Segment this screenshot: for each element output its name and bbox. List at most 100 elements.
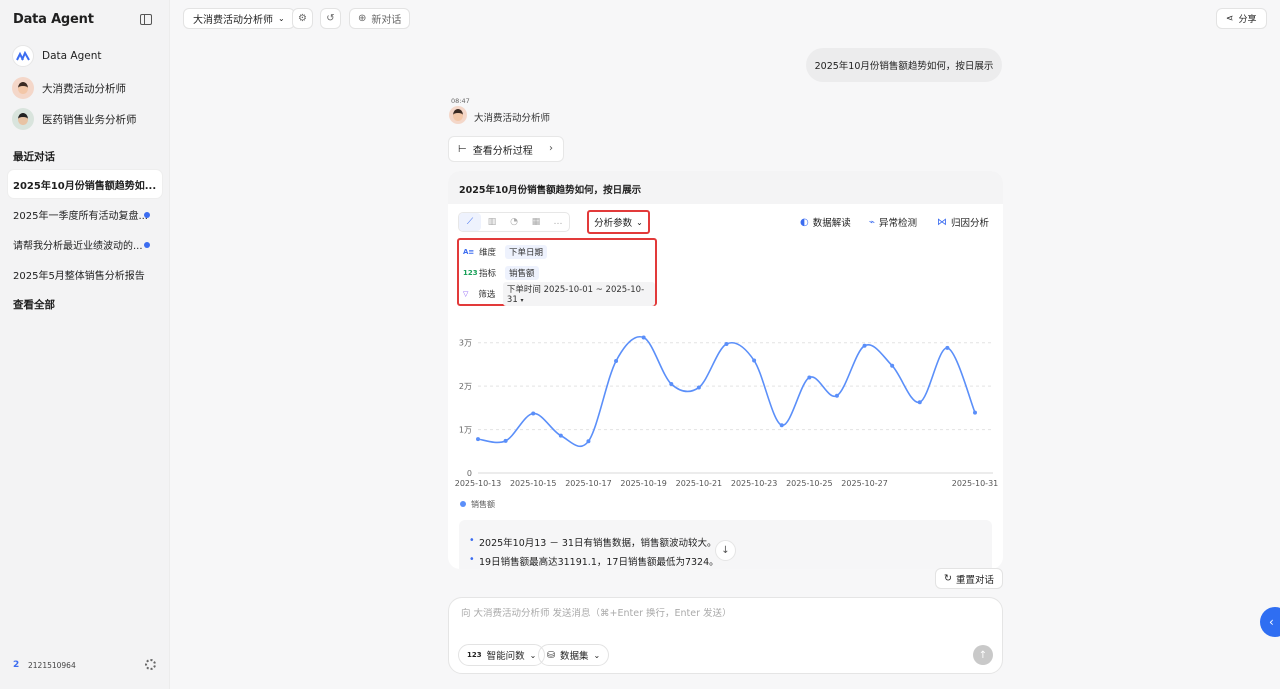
dimension-chip[interactable]: 下单日期: [505, 245, 548, 259]
data-point: [724, 342, 729, 347]
conversation-item[interactable]: 2025年5月整体销售分析报告: [8, 260, 162, 288]
line-chart-icon[interactable]: ⟋: [459, 213, 481, 231]
number-icon: 123: [467, 651, 482, 659]
filter-icon: ▽: [463, 290, 469, 298]
interpret-icon: ◐: [800, 216, 809, 228]
settings-gear-icon[interactable]: [145, 659, 156, 670]
table-icon[interactable]: ▦: [525, 213, 547, 231]
user-id[interactable]: 2121510964: [28, 661, 76, 670]
agent-selector-label: 大消费活动分析师: [193, 15, 273, 26]
data-point: [807, 375, 812, 380]
caret-down-icon: ▾: [520, 297, 524, 304]
data-point: [779, 423, 784, 428]
arrow-down-icon: ↓: [721, 545, 730, 556]
process-icon: ⊢: [458, 143, 467, 155]
line-chart: 0 1万 2万 3万 2025-10-13 2025-10-15 2025-10-17 202…: [455, 335, 998, 509]
bar-chart-icon[interactable]: ▥: [481, 213, 503, 231]
conversation-item[interactable]: 请帮我分析最近业绩波动的...: [8, 230, 162, 258]
pill-label: 智能问数: [486, 651, 525, 662]
chevron-right-icon: ›: [549, 143, 553, 154]
side-panel-toggle[interactable]: ‹: [1260, 607, 1280, 637]
gear-icon: ⚙: [298, 13, 307, 24]
agent-selector[interactable]: 大消费活动分析师 ⌄: [183, 8, 295, 29]
conversation-label: 2025年10月份销售额趋势如...: [13, 180, 157, 192]
analysis-params-button[interactable]: 分析参数 ⌄: [587, 210, 650, 234]
y-tick-label: 2万: [459, 382, 472, 391]
smart-query-selector[interactable]: 123 智能问数 ⌄: [458, 644, 546, 666]
sidebar: Data Agent Data Agent 大消费活动分析师 医药销售业务分析师…: [0, 0, 170, 689]
x-tick-label: 2025-10-13: [455, 479, 502, 488]
y-tick-label: 1万: [459, 426, 472, 435]
legend-label: 销售额: [471, 499, 495, 509]
unread-dot: [144, 242, 150, 248]
conversation-item[interactable]: 2025年一季度所有活动复盘...: [8, 200, 162, 228]
answer-card: 2025年10月份销售额趋势如何，按日展示 ⟋ ▥ ◔ ▦ … 分析参数 ⌄ ◐…: [448, 171, 1003, 569]
agent-item-consumer-analyst[interactable]: 大消费活动分析师: [10, 74, 162, 102]
data-point: [586, 439, 591, 444]
send-button[interactable]: ↑: [973, 645, 993, 665]
dimension-label: 维度: [479, 248, 497, 258]
message-input[interactable]: [461, 608, 981, 619]
x-tick-label: 2025-10-27: [841, 479, 888, 488]
data-point: [917, 400, 922, 405]
arrow-up-icon: ↑: [978, 649, 988, 661]
data-point: [669, 381, 674, 386]
agent-label: 大消费活动分析师: [42, 82, 126, 95]
summary-item: 2025年10月13 － 31日有销售数据，销售额波动较大。: [469, 535, 717, 549]
y-tick-label: 3万: [459, 339, 472, 348]
data-point: [614, 358, 619, 363]
agent-item-pharma-analyst[interactable]: 医药销售业务分析师: [10, 105, 162, 133]
unread-dot: [144, 212, 150, 218]
dataset-selector[interactable]: ⛁ 数据集 ⌄: [538, 644, 610, 666]
chevron-down-icon: ⌄: [529, 650, 537, 660]
data-point: [531, 411, 536, 416]
view-all-link[interactable]: 查看全部: [13, 297, 55, 312]
user-message-bubble: 2025年10月份销售额趋势如何，按日展示: [806, 48, 1002, 82]
plus-circle-icon: ⊕: [358, 13, 367, 24]
data-point: [752, 358, 757, 363]
filter-chip[interactable]: 下单时间 2025-10-01 ~ 2025-10-31 ▾: [502, 282, 655, 306]
bot-name: 大消费活动分析师: [474, 113, 551, 124]
pill-label: 数据集: [559, 651, 589, 662]
share-button[interactable]: ⋖ 分享: [1216, 8, 1267, 29]
y-tick-label: 0: [467, 469, 472, 478]
conversation-item[interactable]: 2025年10月份销售额趋势如...: [8, 170, 162, 198]
recent-conversations-title: 最近对话: [13, 151, 55, 163]
data-interpretation-button[interactable]: ◐ 数据解读: [800, 215, 851, 230]
reset-label: 重置对话: [955, 574, 994, 586]
x-tick-label: 2025-10-17: [565, 479, 612, 488]
agent-item-data-agent[interactable]: Data Agent: [10, 42, 162, 70]
database-icon: ⛁: [547, 649, 555, 661]
new-chat-button[interactable]: ⊕ 新对话: [349, 8, 411, 29]
summary-item: 19日销售额最高达31191.1，17日销售额最低为7324。: [469, 554, 719, 568]
more-icon[interactable]: …: [547, 213, 569, 231]
reset-conversation-button[interactable]: ↻ 重置对话: [935, 568, 1003, 589]
history-icon: ↺: [326, 13, 335, 24]
attribution-icon: ⋈: [937, 216, 947, 228]
user-badge: 2: [13, 660, 20, 670]
chevron-down-icon: ⌄: [593, 650, 601, 660]
message-composer: 123 智能问数 ⌄ ⛁ 数据集 ⌄ ↑: [448, 597, 1003, 674]
data-point: [641, 335, 646, 340]
data-point: [862, 343, 867, 348]
pie-chart-icon[interactable]: ◔: [503, 213, 525, 231]
share-label: 分享: [1238, 15, 1257, 25]
attribution-analysis-button[interactable]: ⋈ 归因分析: [937, 215, 990, 230]
history-button[interactable]: ↺: [320, 8, 341, 29]
avatar: [12, 108, 34, 130]
view-analysis-process-button[interactable]: ⊢ 查看分析过程 ›: [448, 136, 564, 162]
agent-label: 医药销售业务分析师: [42, 113, 137, 126]
scroll-down-button[interactable]: ↓: [715, 540, 736, 561]
refresh-icon: ↻: [944, 573, 952, 584]
tool-label: 归因分析: [951, 218, 990, 229]
analysis-params-label: 分析参数: [594, 218, 633, 229]
sidebar-toggle-icon[interactable]: [140, 14, 152, 25]
filter-label: 筛选: [478, 290, 496, 300]
data-point: [476, 437, 480, 442]
chevron-down-icon: ⌄: [636, 217, 643, 227]
settings-button[interactable]: ⚙: [292, 8, 313, 29]
chevron-left-icon: ‹: [1269, 615, 1274, 629]
metric-chip[interactable]: 销售额: [505, 266, 539, 280]
anomaly-detection-button[interactable]: ⌁ 异常检测: [869, 215, 917, 230]
data-point: [890, 363, 895, 368]
